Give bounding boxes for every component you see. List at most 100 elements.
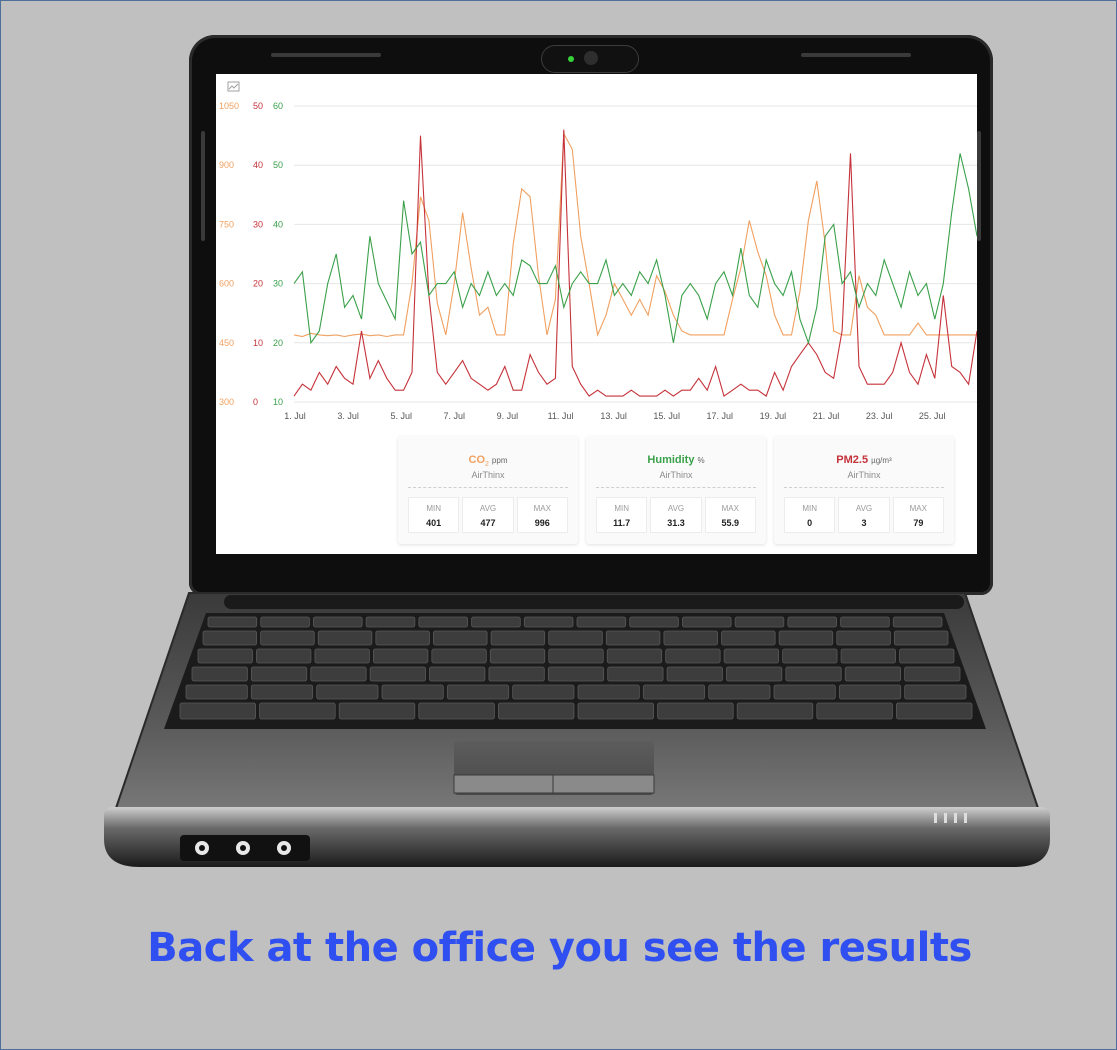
keyboard-key[interactable]	[840, 616, 890, 628]
keyboard-key[interactable]	[904, 684, 967, 700]
stat-cell: MAX 996	[516, 497, 568, 533]
keyboard-key[interactable]	[250, 666, 308, 682]
keyboard-key[interactable]	[896, 702, 973, 720]
keyboard-key[interactable]	[202, 630, 258, 646]
keyboard-key[interactable]	[721, 630, 776, 646]
keyboard-key[interactable]	[490, 630, 546, 646]
keyboard-key[interactable]	[375, 630, 430, 646]
stat-cell: MIN 11.7	[596, 497, 648, 533]
keyboard-key[interactable]	[179, 702, 256, 720]
chart-menu-icon[interactable]	[227, 81, 240, 92]
stat-label: MAX	[533, 504, 551, 513]
keyboard-key[interactable]	[904, 666, 961, 682]
keyboard-key[interactable]	[840, 648, 896, 664]
card-metric: Humidity	[647, 454, 695, 466]
stat-cell: AVG 477	[462, 497, 514, 533]
keyboard-key[interactable]	[471, 616, 521, 628]
card-metric: CO	[468, 454, 486, 466]
stat-label: MAX	[909, 504, 927, 513]
x-axis-label: 1. Jul	[284, 411, 306, 421]
keyboard-key[interactable]	[782, 648, 838, 664]
keyboard-key[interactable]	[381, 684, 444, 700]
stat-value: 79	[913, 518, 924, 528]
x-axis-label: 5. Jul	[390, 411, 412, 421]
stat-label: AVG	[479, 504, 497, 513]
stat-label: AVG	[855, 504, 873, 513]
keyboard-key[interactable]	[523, 616, 574, 628]
keyboard-key[interactable]	[577, 702, 654, 720]
keyboard-key[interactable]	[314, 648, 370, 664]
keyboard-key[interactable]	[431, 648, 487, 664]
keyboard-key[interactable]	[642, 684, 706, 700]
keyboard-key[interactable]	[893, 630, 949, 646]
keyboard-key[interactable]	[787, 616, 837, 628]
card-unit: %	[697, 456, 705, 465]
keyboard-key[interactable]	[207, 616, 258, 628]
keyboard-key[interactable]	[663, 630, 718, 646]
keyboard-key[interactable]	[310, 666, 367, 682]
keyboard-key[interactable]	[489, 648, 546, 664]
keyboard-key[interactable]	[429, 666, 486, 682]
card-metric-subscript: 2	[485, 461, 489, 469]
keyboard-key[interactable]	[446, 684, 510, 700]
keyboard-key[interactable]	[734, 616, 785, 628]
keyboard-key[interactable]	[418, 702, 495, 720]
keyboard-key[interactable]	[191, 666, 248, 682]
keyboard-key[interactable]	[497, 702, 575, 720]
keyboard-key[interactable]	[548, 630, 603, 646]
keyboard-key[interactable]	[259, 702, 336, 720]
keyboard-key[interactable]	[256, 648, 312, 664]
keyboard-key[interactable]	[576, 616, 627, 628]
humidity-axis-tick: 40	[273, 219, 283, 229]
audio-ports	[180, 835, 310, 861]
keyboard-key[interactable]	[838, 684, 902, 700]
keyboard-key[interactable]	[260, 616, 310, 628]
keyboard-key[interactable]	[629, 616, 679, 628]
keyboard-key[interactable]	[577, 684, 640, 700]
keyboard-key[interactable]	[836, 630, 891, 646]
touchpad[interactable]	[453, 741, 655, 795]
keyboard-key[interactable]	[418, 616, 468, 628]
keyboard-key[interactable]	[607, 666, 664, 682]
keyboard-key[interactable]	[197, 648, 253, 664]
keyboard-key[interactable]	[369, 666, 426, 682]
keyboard-key[interactable]	[773, 684, 836, 700]
humidity-axis-tick: 10	[273, 397, 283, 407]
keyboard-key[interactable]	[547, 666, 605, 682]
stat-value: 0	[807, 518, 813, 528]
keyboard-key[interactable]	[548, 648, 604, 664]
keyboard-key[interactable]	[899, 648, 955, 664]
keyboard-key[interactable]	[665, 648, 721, 664]
keyboard-key[interactable]	[708, 684, 771, 700]
keyboard-key[interactable]	[605, 630, 661, 646]
keyboard-key[interactable]	[736, 702, 814, 720]
keyboard-key[interactable]	[488, 666, 545, 682]
keyboard-key[interactable]	[316, 684, 379, 700]
keyboard-key[interactable]	[372, 648, 429, 664]
keyboard-key[interactable]	[844, 666, 902, 682]
stat-card: CO2 ppm AirThinx MIN 401 AVG 477 MAX 996	[398, 436, 578, 544]
keyboard-key[interactable]	[313, 616, 363, 628]
keyboard-key[interactable]	[606, 648, 663, 664]
keyboard-key[interactable]	[512, 684, 575, 700]
keyboard-key[interactable]	[365, 616, 416, 628]
keyboard-key[interactable]	[338, 702, 416, 720]
keyboard-key[interactable]	[785, 666, 842, 682]
keyboard-key[interactable]	[317, 630, 373, 646]
x-axis-label: 7. Jul	[444, 411, 466, 421]
keyboard-key[interactable]	[260, 630, 315, 646]
stat-value: 31.3	[667, 518, 685, 528]
keyboard-key[interactable]	[250, 684, 314, 700]
keyboard-key[interactable]	[723, 648, 780, 664]
keyboard-key[interactable]	[778, 630, 834, 646]
keyboard-key[interactable]	[666, 666, 723, 682]
keyboard-key[interactable]	[657, 702, 734, 720]
webcam-lens	[584, 51, 598, 65]
keyboard-key[interactable]	[816, 702, 893, 720]
keyboard-key[interactable]	[433, 630, 488, 646]
keyboard-key[interactable]	[892, 616, 943, 628]
keyboard-key[interactable]	[726, 666, 783, 682]
stat-value: 477	[480, 518, 496, 528]
keyboard-key[interactable]	[682, 616, 732, 628]
keyboard-key[interactable]	[185, 684, 248, 700]
